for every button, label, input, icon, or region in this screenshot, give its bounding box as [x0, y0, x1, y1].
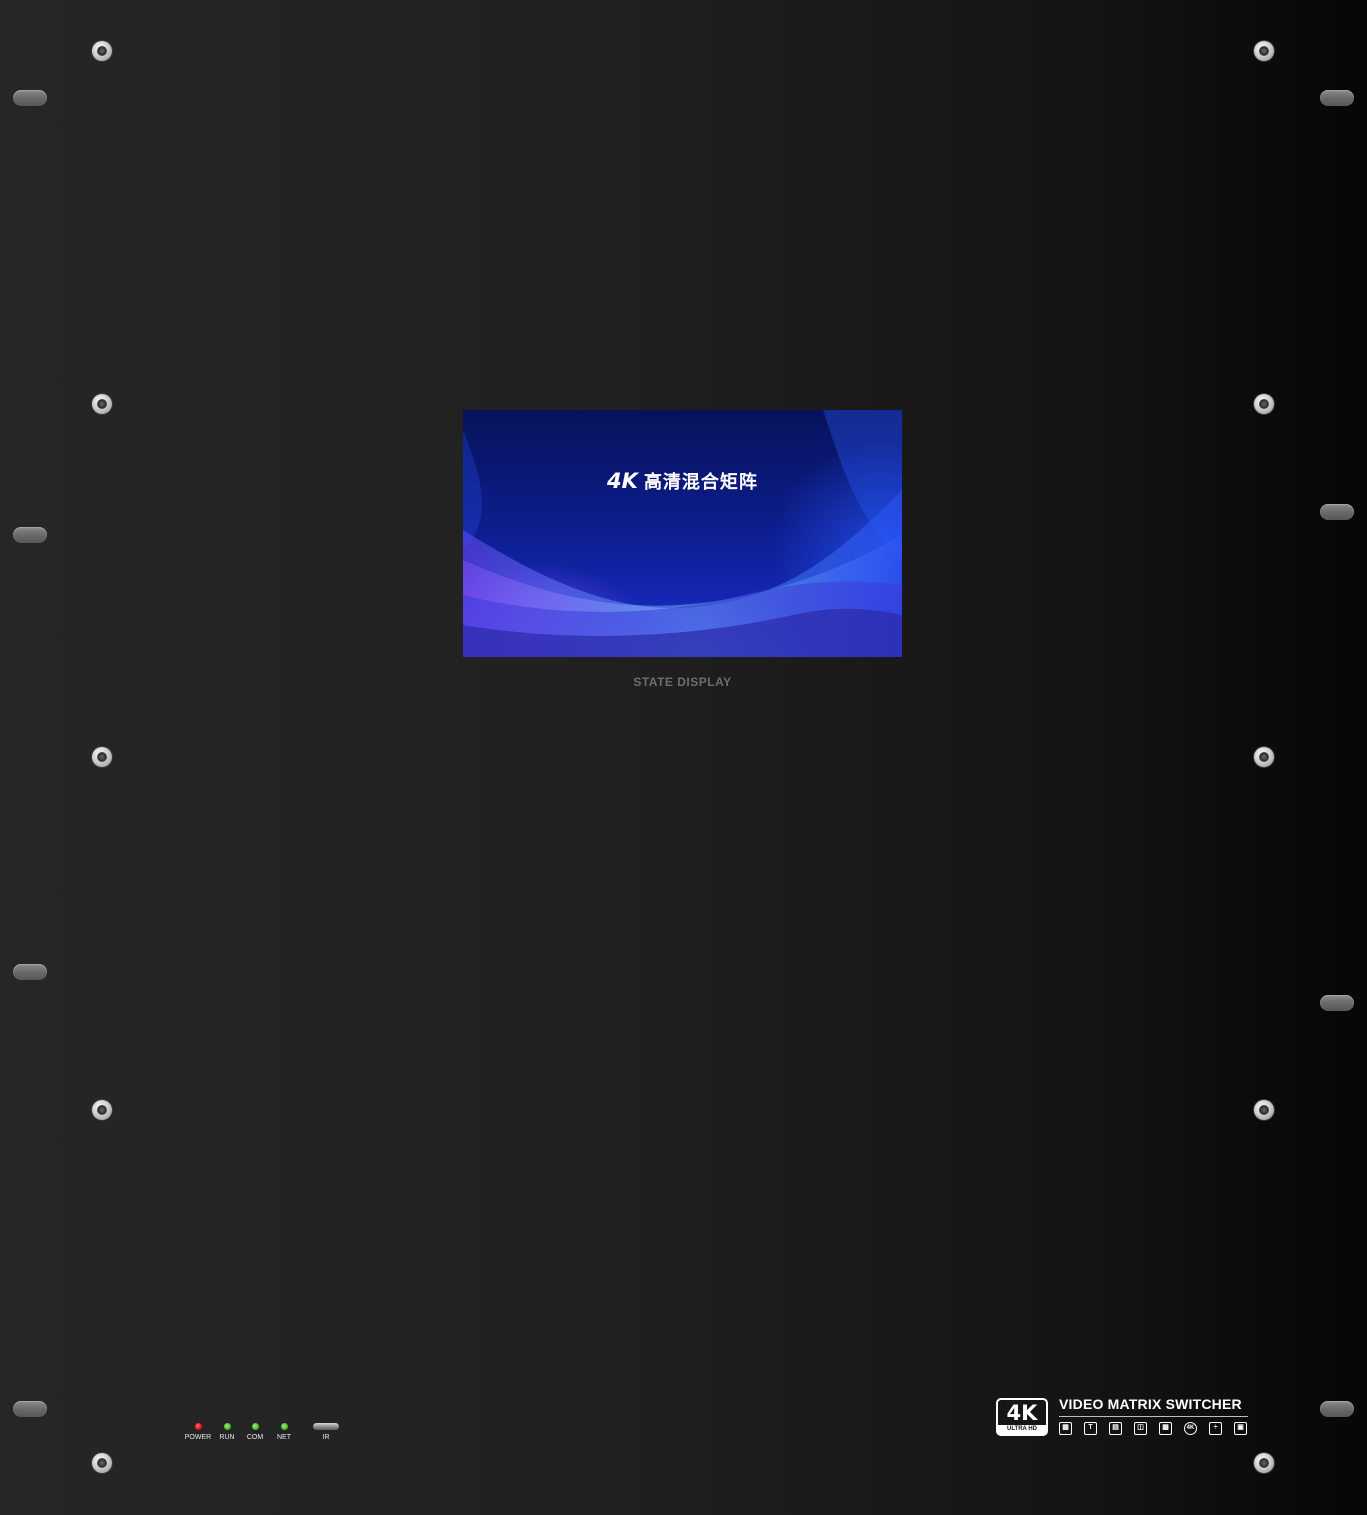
screw-icon — [92, 41, 112, 61]
net-led-icon — [280, 1423, 288, 1430]
screen-title-text: 高清混合矩阵 — [643, 472, 758, 493]
screw-icon — [1254, 41, 1274, 61]
mounting-slot — [1320, 90, 1354, 106]
ir-window-icon — [313, 1423, 339, 1430]
ultra-hd-logo: 4K ULTRA HD — [996, 1398, 1048, 1436]
screw-icon — [1254, 1100, 1274, 1120]
screw-icon — [92, 747, 112, 767]
screw-icon — [1254, 394, 1274, 414]
screen-title-4k: 4K — [607, 469, 638, 493]
state-display-label: STATE DISPLAY — [633, 675, 732, 689]
device-front-panel: 4K 高清混合矩阵 STATE DISPLAY POWER RUN COM NET… — [0, 0, 1367, 1515]
mounting-slot — [1320, 995, 1354, 1011]
mounting-slot — [13, 527, 47, 543]
screw-icon — [92, 1100, 112, 1120]
product-name: VIDEO MATRIX SWITCHER — [1059, 1396, 1242, 1412]
logo-band-text: ULTRA HD — [998, 1425, 1046, 1434]
text-icon: T — [1084, 1422, 1097, 1435]
mounting-slot — [1320, 1401, 1354, 1417]
feature-icon-row: ▦ T ▤ ◫ ▦ 4K ÷ ▣ — [1058, 1422, 1250, 1437]
divider — [1059, 1416, 1248, 1417]
power-led-icon — [194, 1423, 202, 1430]
com-led-icon — [251, 1423, 259, 1430]
screw-icon — [92, 394, 112, 414]
display-icon: ▣ — [1234, 1422, 1247, 1435]
ir-label: IR — [322, 1434, 330, 1441]
indicator-label: NET — [277, 1434, 291, 1441]
4k-icon: 4K — [1184, 1422, 1197, 1435]
mounting-slot — [13, 90, 47, 106]
screw-icon — [1254, 747, 1274, 767]
ir-receiver: IR — [304, 1423, 348, 1441]
wave-graphic — [463, 410, 902, 657]
state-display-screen[interactable]: 4K 高清混合矩阵 — [463, 410, 902, 657]
screw-icon — [92, 1453, 112, 1473]
mounting-slot — [1320, 504, 1354, 520]
split-icon: ◫ — [1134, 1422, 1147, 1435]
matrix-icon: ▦ — [1159, 1422, 1172, 1435]
layout-icon: ▦ — [1059, 1422, 1072, 1435]
mounting-slot — [13, 1401, 47, 1417]
screen-title: 4K 高清混合矩阵 — [463, 468, 902, 494]
logo-4k-text: 4K — [1006, 1401, 1038, 1425]
run-led-icon — [223, 1423, 231, 1430]
mounting-slot — [13, 964, 47, 980]
grid-icon: ▤ — [1109, 1422, 1122, 1435]
indicator-net: NET — [262, 1423, 306, 1441]
screw-icon — [1254, 1453, 1274, 1473]
network-icon: ÷ — [1209, 1422, 1222, 1435]
